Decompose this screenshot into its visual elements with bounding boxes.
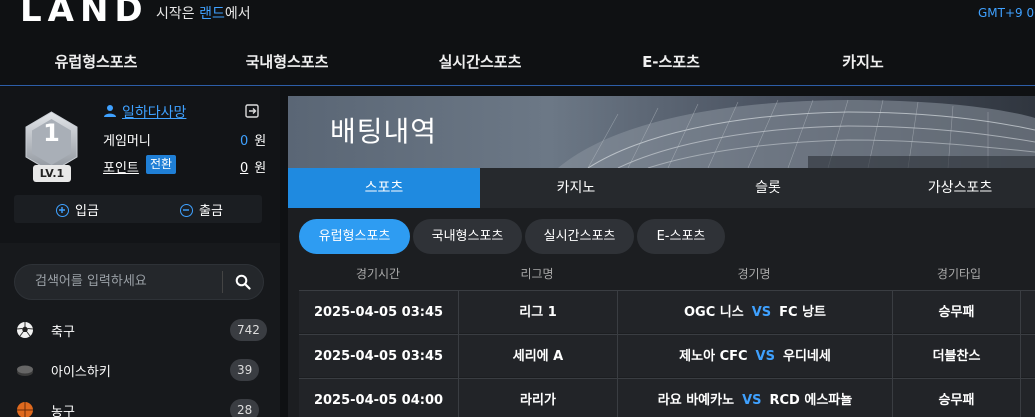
away-team: FC 낭트 bbox=[779, 305, 827, 320]
subtab-esports[interactable]: E-스포츠 bbox=[637, 219, 725, 254]
sport-count-badge: 28 bbox=[230, 399, 260, 417]
game-money-value: 0원 bbox=[240, 130, 266, 149]
level-badge-icon: 1 bbox=[24, 111, 79, 173]
subtab-domestic-sports[interactable]: 국내형스포츠 bbox=[413, 219, 522, 254]
search-divider bbox=[222, 271, 223, 293]
sport-item-basketball[interactable]: 농구 28 bbox=[0, 392, 280, 417]
search-box bbox=[14, 264, 264, 300]
sport-label: 아이스하키 bbox=[51, 365, 111, 380]
deposit-label: 입금 bbox=[75, 204, 99, 219]
game-money-amount: 0 bbox=[240, 134, 249, 149]
points-label[interactable]: 포인트 bbox=[103, 157, 139, 176]
user-icon bbox=[104, 105, 116, 117]
sport-count-badge: 39 bbox=[230, 359, 260, 381]
header-match: 경기명 bbox=[737, 267, 771, 281]
table-row[interactable]: 2025-04-05 03:45 세리에 A 제노아 CFC VS 우디네세 더블찬… bbox=[299, 334, 1035, 378]
subtab-european-sports[interactable]: 유럽형스포츠 bbox=[299, 219, 410, 254]
vs-label: VS bbox=[751, 305, 772, 320]
sport-type-subtabs: 유럽형스포츠 국내형스포츠 실시간스포츠 E-스포츠 bbox=[288, 208, 1035, 258]
top-bar: LAND 시작은 랜드에서 GMT+9 00 bbox=[0, 0, 1035, 34]
away-team: 우디네세 bbox=[782, 349, 831, 364]
username-link[interactable]: 일하다사망 bbox=[122, 102, 186, 122]
cell-time: 2025-04-05 04:00 bbox=[299, 379, 459, 417]
tagline-text: 시작은 bbox=[156, 6, 200, 22]
table-header: 경기시간 리그명 경기명 경기타입 bbox=[288, 260, 1035, 288]
withdraw-label: 출금 bbox=[199, 204, 223, 219]
tagline: 시작은 랜드에서 bbox=[156, 3, 251, 23]
header-match-type: 경기타입 bbox=[936, 267, 982, 281]
home-team: 제노아 CFC bbox=[679, 349, 748, 364]
header-league: 리그명 bbox=[520, 267, 554, 281]
basketball-icon bbox=[17, 402, 33, 417]
cell-type: 승무패 bbox=[893, 379, 1021, 417]
points-amount: 0 bbox=[240, 161, 249, 176]
sport-item-ice-hockey[interactable]: 아이스하키 39 bbox=[0, 352, 280, 388]
tab-virtual-sports[interactable]: 가상스포츠 bbox=[864, 168, 1035, 208]
minus-circle-icon bbox=[180, 204, 193, 217]
away-team: RCD 에스파뇰 bbox=[769, 393, 853, 408]
sport-count-badge: 742 bbox=[230, 319, 267, 341]
sidebar: 1 LV.1 일하다사망 게임머니 0원 포인트 전환 0원 입금 출금 검색어… bbox=[0, 87, 280, 417]
search-icon[interactable] bbox=[235, 274, 251, 290]
sport-label: 농구 bbox=[51, 405, 75, 417]
withdraw-button[interactable]: 출금 bbox=[180, 200, 223, 219]
convert-points-button[interactable]: 전환 bbox=[146, 155, 177, 174]
cell-match: 라요 바예카노 VS RCD 에스파뇰 bbox=[618, 379, 893, 417]
tab-sports[interactable]: 스포츠 bbox=[288, 168, 480, 208]
search-input[interactable] bbox=[35, 274, 215, 289]
cell-time: 2025-04-05 03:45 bbox=[299, 291, 459, 334]
cell-type: 더블찬스 bbox=[893, 335, 1021, 378]
level-number: 1 bbox=[43, 119, 60, 147]
site-logo[interactable]: LAND bbox=[20, 0, 149, 30]
nav-domestic-sports[interactable]: 국내형스포츠 bbox=[246, 51, 329, 72]
profile-panel: 1 LV.1 일하다사망 게임머니 0원 포인트 전환 0원 입금 출금 bbox=[0, 87, 280, 243]
tab-slot[interactable]: 슬롯 bbox=[672, 168, 864, 208]
sport-label: 축구 bbox=[51, 325, 75, 340]
timezone-display: GMT+9 00 bbox=[978, 6, 1035, 20]
table-row[interactable]: 2025-04-05 03:45 리그 1 OGC 니스 VS FC 낭트 승무패 bbox=[299, 290, 1035, 334]
main-content: 배팅내역 스포츠 카지노 슬롯 가상스포츠 유럽형스포츠 국내형스포츠 실시간스… bbox=[288, 96, 1035, 417]
deposit-button[interactable]: 입금 bbox=[56, 200, 99, 219]
page-banner: 배팅내역 bbox=[288, 96, 1035, 168]
tagline-suffix: 에서 bbox=[224, 6, 251, 22]
points-value: 0원 bbox=[240, 157, 266, 176]
logout-icon[interactable] bbox=[244, 103, 260, 119]
cell-type: 승무패 bbox=[893, 291, 1021, 334]
cell-time: 2025-04-05 03:45 bbox=[299, 335, 459, 378]
nav-live-sports[interactable]: 실시간스포츠 bbox=[439, 51, 522, 72]
vs-label: VS bbox=[755, 349, 775, 364]
category-tabs: 스포츠 카지노 슬롯 가상스포츠 bbox=[288, 168, 1035, 208]
cell-league: 리그 1 bbox=[459, 291, 618, 334]
level-label: LV.1 bbox=[33, 165, 71, 182]
nav-casino[interactable]: 카지노 bbox=[842, 51, 883, 72]
sport-item-soccer[interactable]: 축구 742 bbox=[0, 312, 280, 348]
cell-league: 라리가 bbox=[459, 379, 618, 417]
cell-match: OGC 니스 VS FC 낭트 bbox=[618, 291, 893, 334]
nav-european-sports[interactable]: 유럽형스포츠 bbox=[55, 51, 138, 72]
cell-match: 제노아 CFC VS 우디네세 bbox=[618, 335, 893, 378]
game-money-label: 게임머니 bbox=[103, 134, 151, 149]
plus-circle-icon bbox=[56, 204, 69, 217]
deposit-withdraw-bar: 입금 출금 bbox=[14, 195, 262, 223]
game-money-unit: 원 bbox=[254, 134, 267, 149]
home-team: 라요 바예카노 bbox=[657, 393, 735, 408]
vs-label: VS bbox=[742, 393, 762, 408]
nav-esports[interactable]: E-스포츠 bbox=[642, 51, 700, 72]
page-title: 배팅내역 bbox=[330, 115, 438, 148]
tagline-brand: 랜드 bbox=[199, 6, 225, 22]
tab-casino[interactable]: 카지노 bbox=[480, 168, 672, 208]
hockey-puck-icon bbox=[17, 365, 33, 376]
subtab-live-sports[interactable]: 실시간스포츠 bbox=[525, 219, 634, 254]
home-team: OGC 니스 bbox=[683, 305, 744, 320]
table-row[interactable]: 2025-04-05 04:00 라리가 라요 바예카노 VS RCD 에스파뇰 승… bbox=[299, 378, 1035, 417]
main-nav: 유럽형스포츠 국내형스포츠 실시간스포츠 E-스포츠 카지노 bbox=[0, 34, 1035, 86]
soccer-ball-icon bbox=[16, 322, 34, 338]
cell-league: 세리에 A bbox=[459, 335, 618, 378]
points-unit: 원 bbox=[254, 161, 267, 176]
header-match-time: 경기시간 bbox=[355, 267, 401, 281]
